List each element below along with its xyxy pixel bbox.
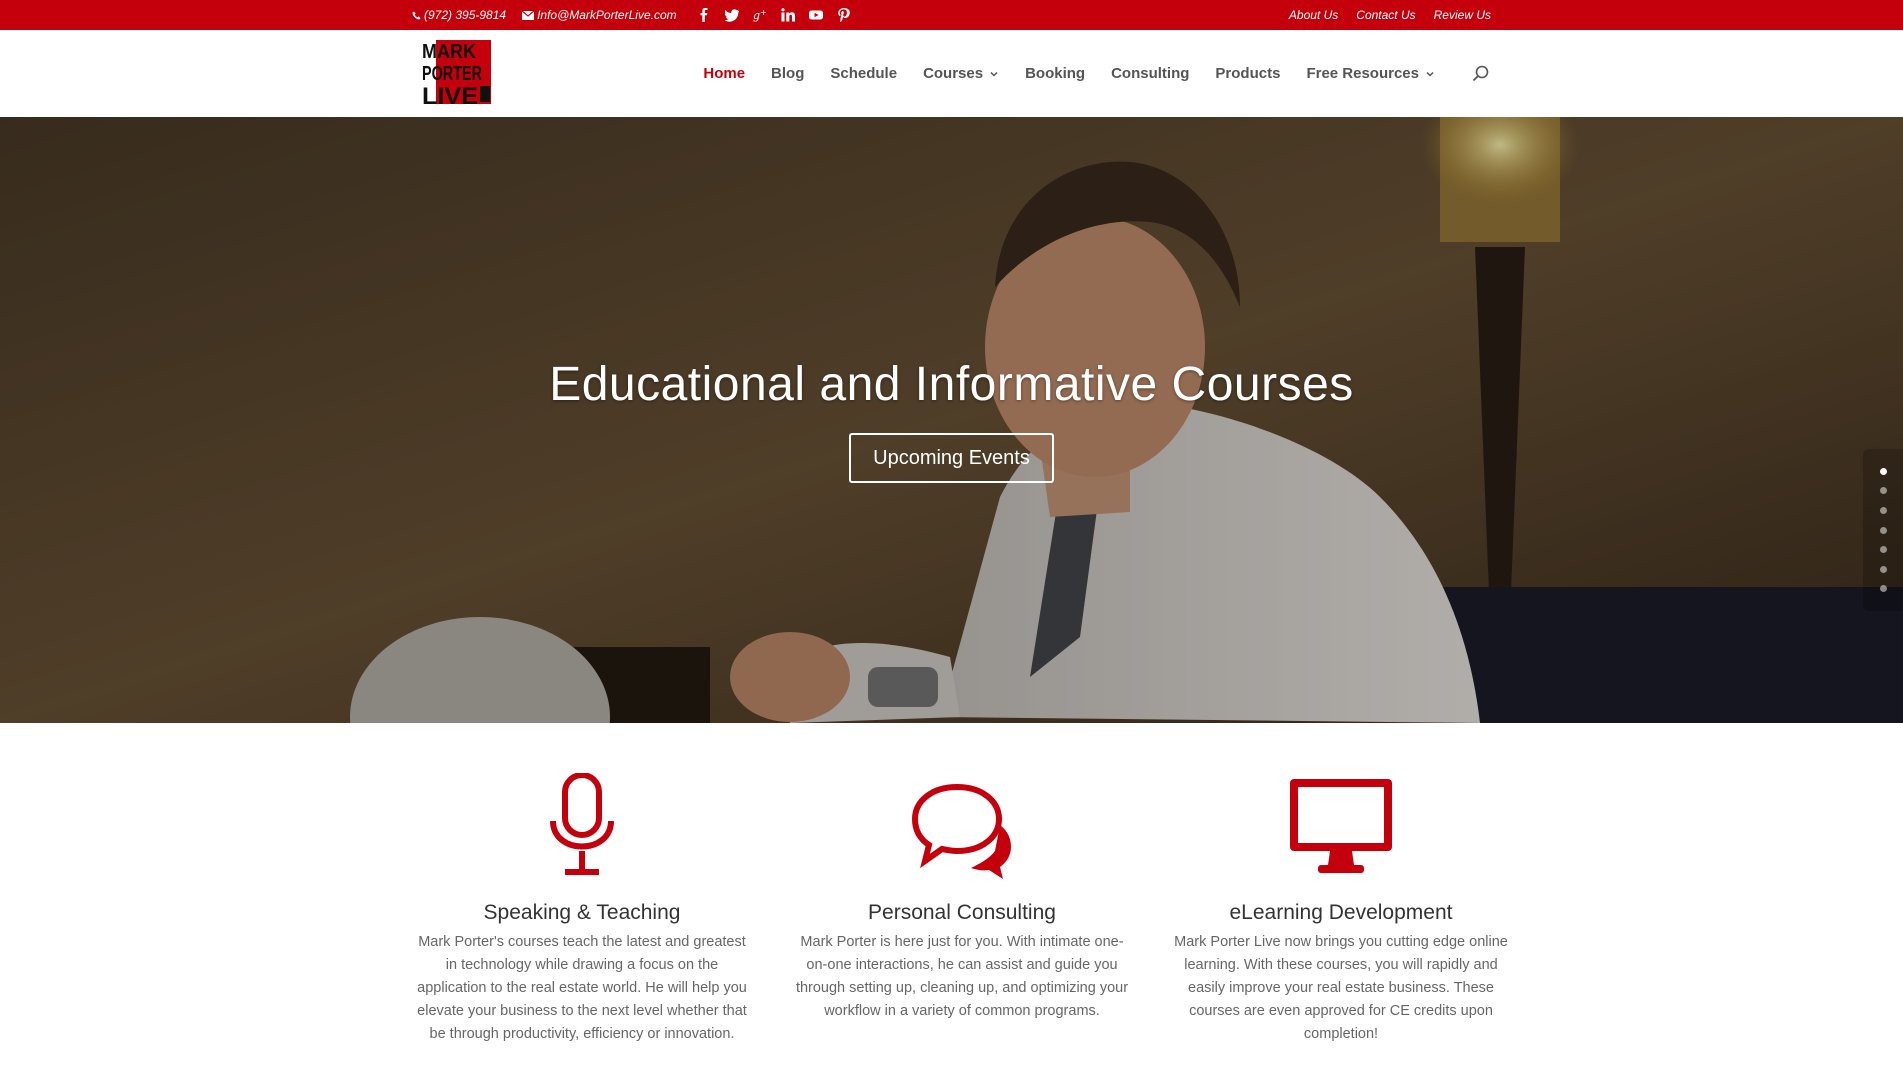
contact-info: (972) 395-9814 Info@MarkPorterLive.com	[412, 8, 677, 22]
logo-line-1: MARK	[422, 41, 476, 63]
nav-blog-label: Blog	[771, 65, 805, 82]
nav-booking[interactable]: Booking	[1025, 65, 1085, 82]
slider-dot[interactable]	[1879, 585, 1887, 593]
hero-overlay	[0, 117, 1903, 723]
slider-pagination	[1863, 449, 1903, 611]
search-icon[interactable]	[1471, 64, 1491, 84]
contact-us-link[interactable]: Contact Us	[1356, 8, 1415, 22]
svg-text:+: +	[760, 8, 767, 17]
nav-products-label: Products	[1215, 65, 1281, 82]
nav-courses[interactable]: Courses	[923, 65, 999, 82]
nav-products[interactable]: Products	[1215, 65, 1280, 82]
features-section: Speaking & Teaching Mark Porter's course…	[412, 723, 1508, 1078]
feature-title: Personal Consulting	[868, 901, 1056, 924]
google-plus-icon[interactable]: g +	[753, 8, 767, 22]
slider-dot[interactable]	[1879, 506, 1887, 514]
feature-text: Mark Porter is here just for you. With i…	[795, 934, 1129, 1019]
chevron-down-icon	[1426, 71, 1434, 77]
nav-home-label: Home	[703, 65, 746, 82]
nav-free-resources[interactable]: Free Resources	[1306, 65, 1435, 82]
linkedin-icon[interactable]	[781, 8, 795, 22]
nav-blog[interactable]: Blog	[771, 65, 804, 82]
nav-schedule[interactable]: Schedule	[830, 65, 897, 82]
nav-courses-label: Courses	[923, 65, 984, 82]
about-us-link[interactable]: About Us	[1289, 8, 1338, 22]
feature-title: Speaking & Teaching	[483, 901, 681, 924]
feature-elearning-development: eLearning Development Mark Porter Live n…	[1171, 723, 1511, 1046]
envelope-icon	[522, 10, 535, 20]
phone-link[interactable]: (972) 395-9814	[412, 8, 506, 22]
top-bar: (972) 395-9814 Info@MarkPorterLive.com g…	[0, 0, 1903, 30]
youtube-icon[interactable]	[808, 8, 823, 22]
main-nav: Home Blog Schedule Courses Booking Consu…	[703, 30, 1491, 117]
twitter-icon[interactable]	[724, 8, 739, 22]
logo-line-2: PORTER	[422, 63, 482, 85]
desktop-monitor-icon	[1290, 779, 1392, 873]
nav-booking-label: Booking	[1025, 65, 1086, 82]
email-link[interactable]: Info@MarkPorterLive.com	[522, 8, 677, 22]
nav-home[interactable]: Home	[703, 65, 745, 82]
top-bar-inner: (972) 395-9814 Info@MarkPorterLive.com g…	[412, 0, 1491, 30]
microphone-icon	[550, 773, 614, 875]
nav-consulting[interactable]: Consulting	[1111, 65, 1189, 82]
slider-dot[interactable]	[1879, 546, 1887, 554]
facebook-icon[interactable]	[697, 8, 711, 22]
nav-schedule-label: Schedule	[830, 65, 898, 82]
hero-title: Educational and Informative Courses	[549, 358, 1354, 411]
slider-dot[interactable]	[1879, 526, 1887, 534]
pinterest-icon[interactable]	[837, 8, 851, 22]
hero-slider: Educational and Informative Courses Upco…	[0, 117, 1903, 723]
feature-speaking-teaching: Speaking & Teaching Mark Porter's course…	[412, 723, 752, 1046]
phone-number: (972) 395-9814	[424, 8, 507, 22]
social-links: g +	[697, 8, 851, 22]
upcoming-events-button[interactable]: Upcoming Events	[849, 433, 1054, 483]
chevron-down-icon	[990, 71, 998, 77]
nav-consulting-label: Consulting	[1111, 65, 1190, 82]
logo-line-3: LIVE	[422, 83, 478, 108]
main-header: MARK PORTER LIVE Home Blog Schedule Cour…	[0, 30, 1903, 117]
email-address: Info@MarkPorterLive.com	[537, 8, 677, 22]
feature-text: Mark Porter Live now brings you cutting …	[1174, 934, 1508, 1042]
phone-icon	[412, 10, 421, 20]
slider-dot[interactable]	[1879, 467, 1887, 475]
site-logo[interactable]: MARK PORTER LIVE	[420, 38, 492, 108]
review-us-link[interactable]: Review Us	[1434, 8, 1491, 22]
nav-free-resources-label: Free Resources	[1306, 65, 1419, 82]
secondary-nav: About Us Contact Us Review Us	[1289, 8, 1491, 22]
feature-personal-consulting: Personal Consulting Mark Porter is here …	[792, 723, 1132, 1023]
feature-text: Mark Porter's courses teach the latest a…	[417, 934, 747, 1042]
svg-text:g: g	[753, 9, 760, 22]
chat-bubbles-icon	[911, 783, 1011, 879]
slider-dot[interactable]	[1879, 565, 1887, 573]
slider-dot[interactable]	[1879, 487, 1887, 495]
feature-title: eLearning Development	[1229, 901, 1453, 924]
